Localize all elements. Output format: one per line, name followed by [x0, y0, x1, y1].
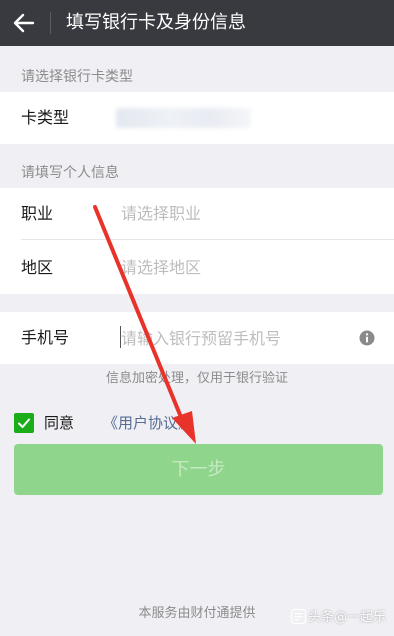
card-type-label: 卡类型 — [21, 108, 70, 127]
region-label: 地区 — [21, 258, 54, 277]
toutiao-logo-icon — [290, 609, 306, 624]
region-row[interactable]: 地区 请选择地区 — [0, 242, 394, 294]
card-type-blurred-value — [116, 108, 251, 128]
phone-label: 手机号 — [21, 328, 70, 347]
arrow-left-icon[interactable] — [10, 9, 38, 37]
watermark: 头条@一起乐 — [290, 609, 386, 627]
job-placeholder: 请选择职业 — [121, 204, 202, 223]
topbar-divider — [50, 12, 51, 34]
card-type-block: 卡类型 — [0, 92, 394, 144]
row-divider — [21, 239, 394, 240]
card-section-label: 请选择银行卡类型 — [21, 69, 133, 85]
encryption-notice: 信息加密处理，仅用于银行验证 — [105, 371, 288, 386]
personal-section-label: 请填写个人信息 — [21, 165, 119, 181]
phone-block: 手机号 — [0, 312, 394, 364]
phone-row: 手机号 — [0, 312, 394, 364]
checkmark-icon — [18, 418, 30, 428]
job-label: 职业 — [21, 204, 54, 223]
region-placeholder: 请选择地区 — [121, 258, 202, 277]
page-title: 填写银行卡及身份信息 — [66, 12, 246, 33]
card-type-row[interactable]: 卡类型 — [0, 92, 394, 144]
next-step-button[interactable]: 下一步 — [14, 444, 383, 495]
user-agreement-link[interactable]: 《用户协议》 — [103, 412, 193, 434]
info-icon[interactable] — [359, 330, 375, 346]
phone-input[interactable] — [121, 327, 341, 349]
job-row[interactable]: 职业 请选择职业 — [0, 188, 394, 240]
agree-checkbox[interactable] — [14, 413, 34, 433]
personal-info-block: 职业 请选择职业 地区 请选择地区 — [0, 188, 394, 294]
watermark-text: 头条@一起乐 — [307, 610, 386, 625]
agree-text: 同意 — [44, 414, 75, 432]
top-bar: 填写银行卡及身份信息 — [0, 0, 394, 46]
